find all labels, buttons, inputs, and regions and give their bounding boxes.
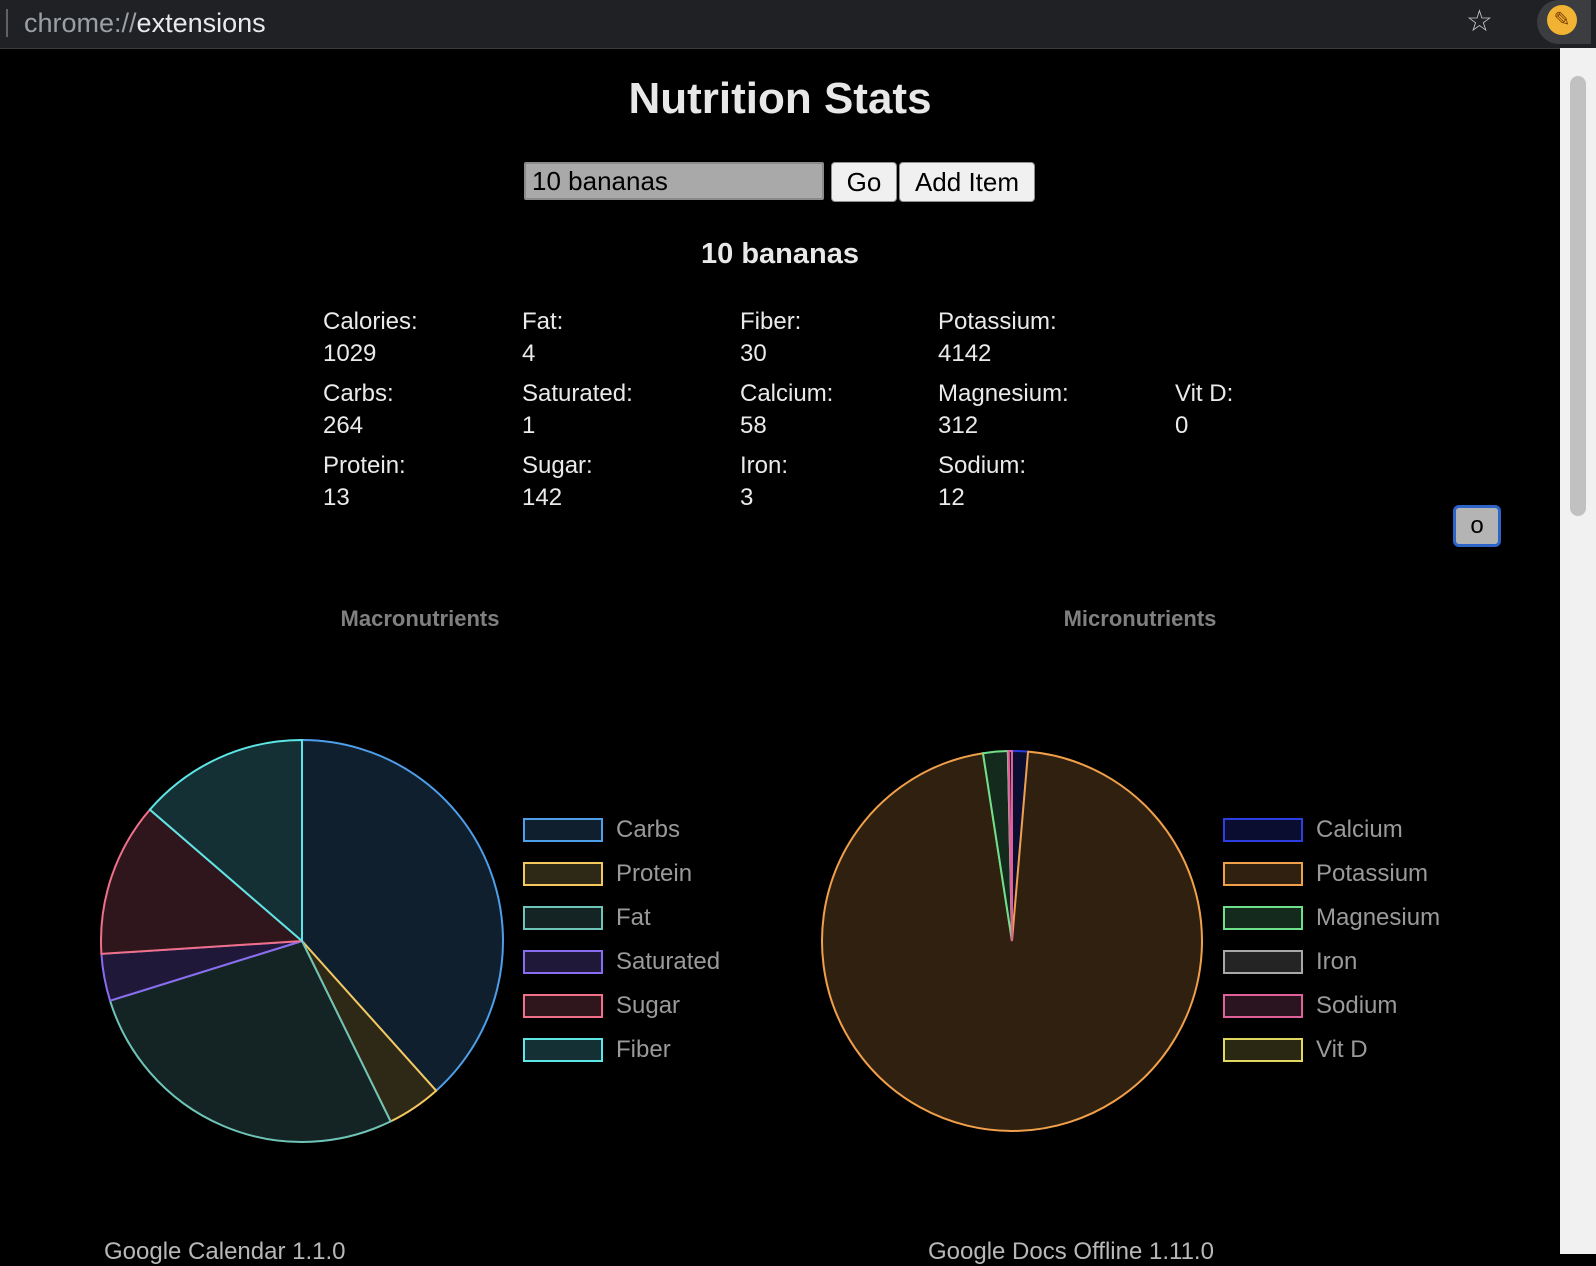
- stat-carbs: Carbs: 264: [323, 378, 394, 442]
- stat-value: 58: [740, 412, 767, 439]
- stat-label: Calcium:: [740, 380, 834, 407]
- stat-calories: Calories: 1029: [323, 306, 418, 370]
- stat-value: 30: [740, 340, 767, 367]
- stat-value: 264: [323, 412, 364, 439]
- legend-label: Saturated: [616, 948, 721, 975]
- pie-slice-protein[interactable]: [301, 940, 438, 1123]
- stat-label: Sugar:: [522, 452, 593, 479]
- address-bar-divider: [6, 9, 8, 37]
- food-name-heading: 10 bananas: [701, 238, 859, 270]
- stat-label: Magnesium:: [938, 380, 1069, 407]
- pie-slice-saturated[interactable]: [100, 940, 303, 1002]
- stat-value: 312: [938, 412, 979, 439]
- extension-card-title-cut: Google Calendar 1.1.0: [104, 1238, 346, 1265]
- legend-swatch: [523, 906, 603, 930]
- legend-label: Sugar: [616, 992, 681, 1019]
- stat-label: Fat:: [522, 308, 564, 335]
- stat-label: Saturated:: [522, 380, 633, 407]
- stat-value: 13: [323, 484, 350, 511]
- stat-fiber: Fiber: 30: [740, 306, 801, 370]
- legend-label: Magnesium: [1316, 904, 1441, 931]
- pie-slice-iron[interactable]: [1006, 750, 1013, 942]
- stat-value: 1029: [323, 340, 377, 367]
- stat-label: Protein:: [323, 452, 406, 479]
- legend-label: Protein: [616, 860, 693, 887]
- extension-logo-icon: ✎: [1547, 5, 1577, 35]
- legend-swatch: [523, 818, 603, 842]
- stat-protein: Protein: 13: [323, 450, 406, 514]
- go-button[interactable]: Go: [831, 162, 897, 202]
- stat-magnesium: Magnesium: 312: [938, 378, 1069, 442]
- stat-value: 3: [740, 484, 754, 511]
- stat-fat: Fat: 4: [522, 306, 563, 370]
- stat-value: 4: [522, 340, 536, 367]
- stat-value: 0: [1175, 412, 1189, 439]
- legend-swatch: [523, 1038, 603, 1062]
- stat-sugar: Sugar: 142: [522, 450, 593, 514]
- pie-slice-potassium[interactable]: [821, 750, 1203, 1132]
- stat-label: Sodium:: [938, 452, 1027, 479]
- legend-label: Vit D: [1316, 1036, 1368, 1063]
- page-scrollbar[interactable]: [1560, 48, 1596, 1254]
- stat-iron: Iron: 3: [740, 450, 788, 514]
- legend-label: Fat: [616, 904, 651, 931]
- legend-swatch: [1223, 950, 1303, 974]
- stat-sodium: Sodium: 12: [938, 450, 1026, 514]
- legend-swatch: [523, 994, 603, 1018]
- stat-value: 142: [522, 484, 563, 511]
- legend-label: Iron: [1316, 948, 1358, 975]
- pie-slice-fiber[interactable]: [148, 738, 303, 944]
- stat-label: Calories:: [323, 308, 418, 335]
- food-search-input[interactable]: [524, 162, 824, 200]
- stat-label: Fiber:: [740, 308, 802, 335]
- address-bar[interactable]: chrome://extensions ☆ ✎: [0, 0, 1596, 49]
- macronutrients-chart-title: Macronutrients: [340, 606, 500, 631]
- legend-swatch: [1223, 906, 1303, 930]
- stat-value: 4142: [938, 340, 992, 367]
- legend-label: Sodium: [1316, 992, 1398, 1019]
- stat-label: Carbs:: [323, 380, 394, 407]
- address-scheme: chrome://: [24, 8, 137, 38]
- extension-card-title-cut: Google Docs Offline 1.11.0: [928, 1238, 1214, 1265]
- stat-saturated: Saturated: 1: [522, 378, 633, 442]
- pie-slice-magnesium[interactable]: [981, 750, 1013, 942]
- legend-swatch: [1223, 818, 1303, 842]
- bookmark-star-icon[interactable]: ☆: [1466, 4, 1493, 40]
- stat-label: Iron:: [740, 452, 789, 479]
- legend-swatch: [523, 862, 603, 886]
- pie-slice-sodium[interactable]: [1007, 749, 1013, 942]
- options-o-button[interactable]: o: [1453, 505, 1501, 547]
- add-item-button[interactable]: Add Item: [899, 162, 1035, 202]
- legend-label: Carbs: [616, 816, 681, 843]
- address-host: extensions: [136, 8, 266, 38]
- stat-calcium: Calcium: 58: [740, 378, 833, 442]
- legend-swatch: [1223, 994, 1303, 1018]
- stat-potassium: Potassium: 4142: [938, 306, 1057, 370]
- legend-swatch: [1223, 1038, 1303, 1062]
- stat-value: 12: [938, 484, 965, 511]
- page-title: Nutrition Stats: [628, 74, 932, 123]
- stat-label: Vit D:: [1175, 380, 1234, 407]
- pie-slice-carbs[interactable]: [301, 738, 504, 1093]
- micronutrients-chart-title: Micronutrients: [1063, 606, 1217, 631]
- stat-label: Potassium:: [938, 308, 1057, 335]
- legend-swatch: [1223, 862, 1303, 886]
- stat-value: 1: [522, 412, 536, 439]
- stat-vit-d: Vit D: 0: [1175, 378, 1233, 442]
- address-url[interactable]: chrome://extensions: [24, 6, 266, 40]
- legend-label: Calcium: [1316, 816, 1403, 843]
- legend-label: Fiber: [616, 1036, 671, 1063]
- legend-swatch: [523, 950, 603, 974]
- pie-slice-fat[interactable]: [108, 939, 392, 1144]
- pie-slice-calcium[interactable]: [1011, 749, 1030, 942]
- legend-label: Potassium: [1316, 860, 1429, 887]
- scrollbar-thumb[interactable]: [1570, 76, 1586, 516]
- extension-icon[interactable]: ✎: [1537, 0, 1591, 44]
- pie-slice-sugar[interactable]: [100, 808, 305, 955]
